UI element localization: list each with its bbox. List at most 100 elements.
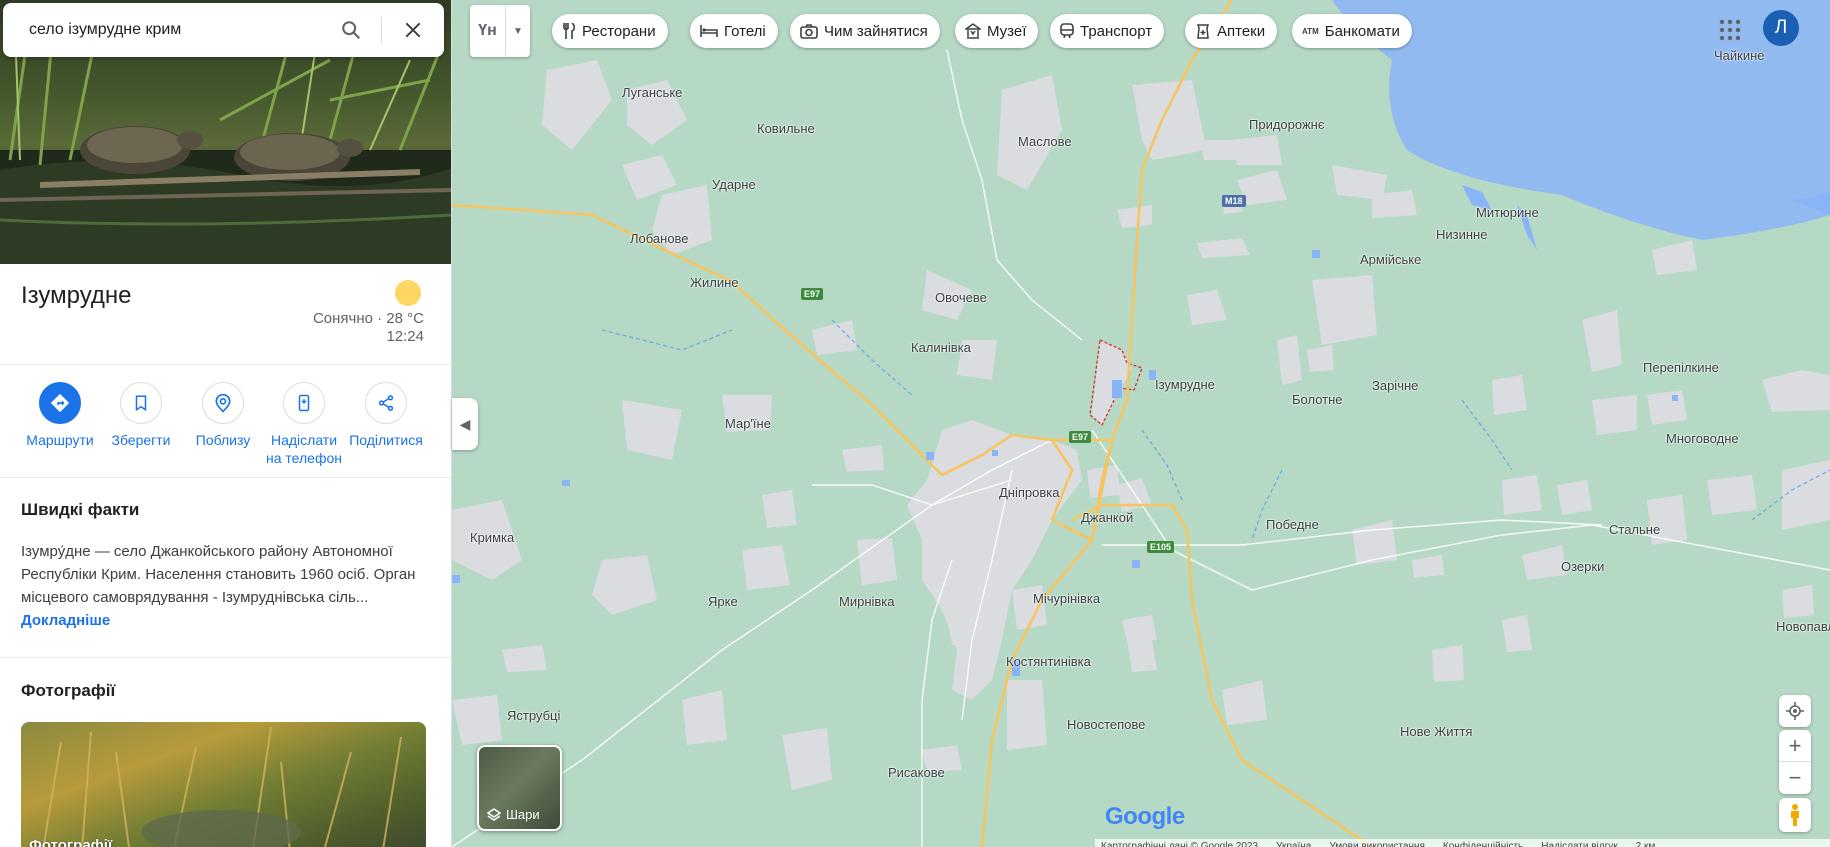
museum-icon	[965, 23, 981, 39]
pegman-button[interactable]	[1779, 798, 1811, 832]
chip-label: Ресторани	[582, 22, 656, 40]
map-label[interactable]: Стальне	[1609, 522, 1660, 537]
privacy-link[interactable]: Конфіденційність	[1443, 839, 1523, 847]
map-label[interactable]: Чайкине	[1714, 48, 1765, 63]
sun-icon	[395, 280, 421, 306]
map-label[interactable]: Митюрине	[1476, 205, 1539, 220]
share-icon	[365, 382, 407, 424]
map-label[interactable]: Мар'їне	[725, 416, 771, 431]
chevron-left-icon: ◀	[459, 415, 471, 432]
directions-button[interactable]: Маршрути	[15, 382, 105, 449]
language-label[interactable]: Үн	[470, 5, 506, 57]
chevron-down-icon[interactable]: ▼	[506, 5, 530, 57]
close-icon[interactable]	[401, 18, 425, 42]
chip-label: Чим зайнятися	[824, 22, 928, 40]
map-label[interactable]: Овочеве	[935, 290, 987, 305]
map-label[interactable]: Кримка	[470, 530, 514, 545]
place-title: Ізумрудне	[21, 282, 132, 309]
region-link[interactable]: Україна	[1276, 839, 1311, 847]
map-label[interactable]: Джанкой	[1081, 510, 1133, 525]
phone-icon	[283, 382, 325, 424]
map-label[interactable]: Калинівка	[911, 340, 971, 355]
map-label[interactable]: Зарічне	[1372, 378, 1418, 393]
map-label[interactable]: Новостепове	[1067, 717, 1145, 732]
zoom-in-button[interactable]: +	[1779, 730, 1811, 762]
map-label[interactable]: Дніпровка	[999, 485, 1059, 500]
nearby-icon	[202, 382, 244, 424]
layers-label-wrap: Шари	[487, 807, 540, 822]
my-location-button[interactable]	[1779, 695, 1811, 727]
local-time: 12:24	[386, 328, 424, 345]
terms-link[interactable]: Умови використання	[1329, 839, 1425, 847]
map-label[interactable]: Озерки	[1561, 559, 1604, 574]
chip-things-to-do[interactable]: Чим зайнятися	[790, 14, 940, 48]
map-label[interactable]: Победне	[1266, 517, 1319, 532]
chip-hotels[interactable]: Готелі	[690, 14, 778, 48]
map-label[interactable]: Рисакове	[888, 765, 945, 780]
my-location-icon	[1786, 702, 1804, 720]
send-to-phone-label: Надіслати на телефон	[266, 432, 342, 466]
share-label: Поділитися	[349, 432, 423, 448]
search-divider	[381, 17, 382, 43]
map-label[interactable]: Многоводне	[1666, 431, 1739, 446]
map-label[interactable]: Новопавлі	[1776, 619, 1830, 634]
layers-button[interactable]: Шари	[477, 745, 562, 831]
avatar[interactable]: Л	[1763, 10, 1799, 46]
map-label[interactable]: Костянтинівка	[1006, 654, 1091, 669]
map-label[interactable]: Жилине	[690, 275, 739, 290]
map-label[interactable]: Низинне	[1436, 227, 1487, 242]
map-language-toggle[interactable]: Үн ▼	[470, 5, 530, 57]
chip-pharmacies[interactable]: Аптеки	[1185, 14, 1278, 48]
search-input[interactable]	[29, 21, 329, 39]
chip-label: Готелі	[724, 22, 766, 40]
map-label[interactable]: Мирнівка	[839, 594, 895, 609]
transit-icon	[1060, 23, 1074, 39]
map-data-credit[interactable]: Картографічні дані © Google 2023	[1101, 839, 1258, 847]
chip-atms[interactable]: ATM Банкомати	[1292, 14, 1412, 48]
map-label[interactable]: Ярке	[708, 594, 738, 609]
search-box[interactable]	[3, 3, 444, 57]
map-label-izumrudne[interactable]: Ізумрудне	[1155, 377, 1215, 392]
save-button[interactable]: Зберегти	[96, 382, 186, 449]
send-to-phone-button[interactable]: Надіслати на телефон	[259, 382, 349, 467]
share-button[interactable]: Поділитися	[341, 382, 431, 449]
map-label[interactable]: Ударне	[712, 177, 756, 192]
search-icon[interactable]	[339, 18, 363, 42]
bookmark-icon	[120, 382, 162, 424]
map-label[interactable]: Мічурінівка	[1033, 591, 1100, 606]
restaurant-icon	[562, 23, 576, 39]
map-label[interactable]: Ковильне	[757, 121, 815, 136]
road-shield-e97: E97	[801, 288, 824, 300]
chip-label: Аптеки	[1217, 22, 1266, 40]
photos-tile-label: Фотографії	[29, 837, 113, 847]
google-logo-text: Google	[1105, 803, 1185, 830]
directions-icon	[39, 382, 81, 424]
place-panel: Ізумрудне Сонячно · 28 °C 12:24 Маршрути…	[0, 0, 452, 847]
map-label[interactable]: Армійське	[1360, 252, 1421, 267]
camera-icon	[800, 23, 818, 39]
hotel-icon	[700, 24, 718, 38]
map-canvas[interactable]: Чайкине Луганське Ковильне Маслове Придо…	[452, 0, 1830, 847]
chip-transit[interactable]: Транспорт	[1050, 14, 1165, 48]
map-label[interactable]: Перепілкине	[1643, 360, 1719, 375]
feedback-link[interactable]: Надіслати відгук	[1541, 839, 1617, 847]
map-label[interactable]: Нове Життя	[1400, 724, 1472, 739]
map-label[interactable]: Луганське	[622, 85, 682, 100]
quick-facts-body: Ізумру́дне — село Джанкойського району А…	[21, 543, 416, 606]
map-label[interactable]: Болотне	[1292, 392, 1343, 407]
apps-grid-icon[interactable]	[1718, 18, 1742, 42]
chip-restaurants[interactable]: Ресторани	[552, 14, 668, 48]
divider	[0, 364, 451, 365]
collapse-panel-button[interactable]: ◀	[452, 398, 478, 450]
scale-label[interactable]: 2 км	[1636, 839, 1656, 847]
map-label[interactable]: Маслове	[1018, 134, 1072, 149]
nearby-label: Поблизу	[195, 432, 251, 448]
read-more-link[interactable]: Докладніше	[21, 612, 110, 629]
nearby-button[interactable]: Поблизу	[178, 382, 268, 449]
zoom-out-button[interactable]: −	[1779, 762, 1811, 794]
map-label[interactable]: Яструбці	[507, 708, 560, 723]
chip-museums[interactable]: Музеї	[955, 14, 1039, 48]
map-label[interactable]: Придорожнє	[1249, 117, 1324, 132]
photos-tile[interactable]: Фотографії	[21, 722, 426, 847]
map-label[interactable]: Лобанове	[630, 231, 689, 246]
